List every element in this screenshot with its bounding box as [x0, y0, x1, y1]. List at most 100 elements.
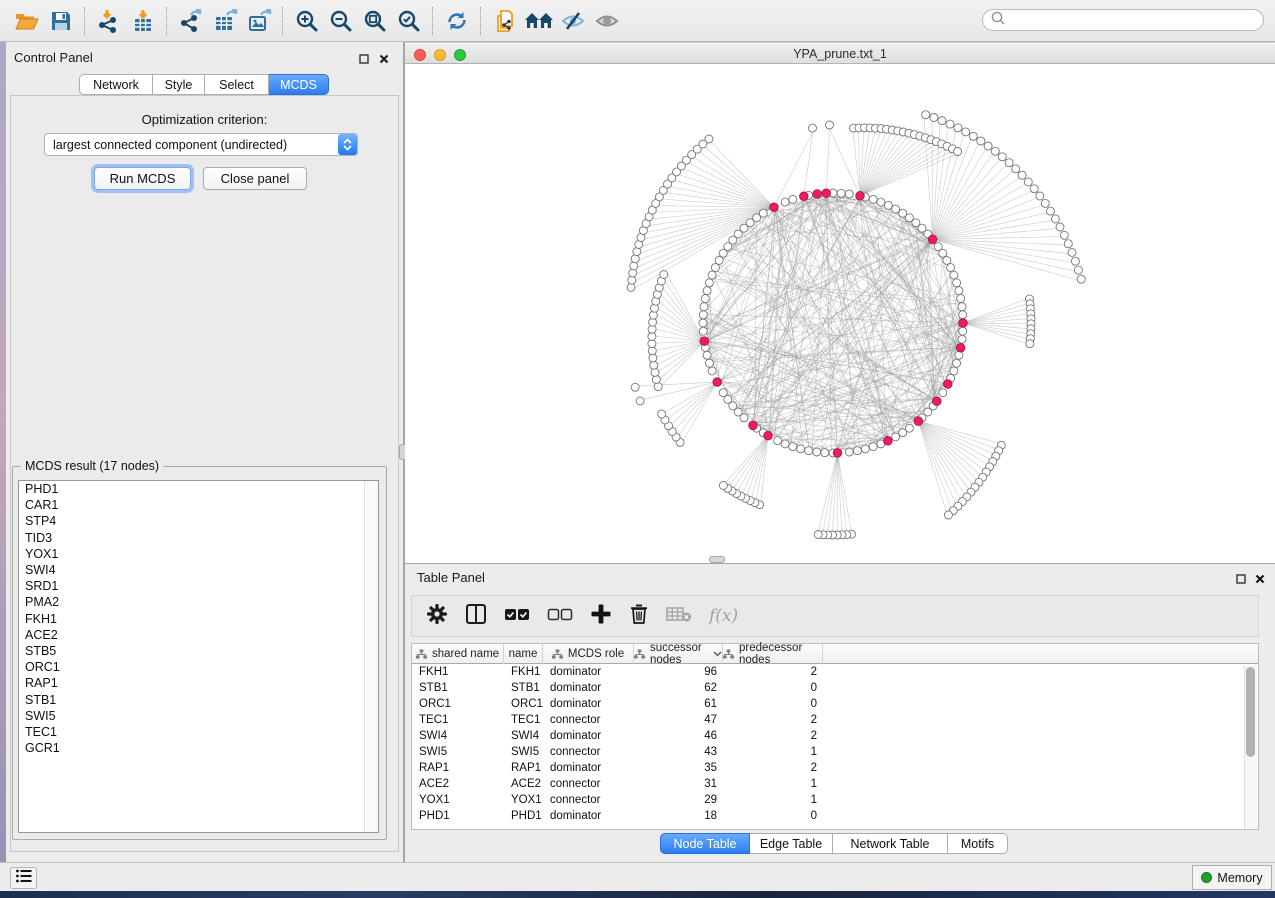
- mcds-result-item[interactable]: RAP1: [19, 675, 378, 691]
- mcds-result-item[interactable]: STB1: [19, 692, 378, 708]
- criterion-dropdown[interactable]: largest connected component (undirected): [44, 133, 358, 156]
- scrollbar-thumb[interactable]: [1246, 667, 1255, 757]
- mcds-result-item[interactable]: TEC1: [19, 724, 378, 740]
- column-header-shared-name[interactable]: shared name: [412, 644, 504, 664]
- mcds-result-item[interactable]: SWI5: [19, 708, 378, 724]
- cell-predecessor_nodes: 2: [723, 728, 823, 744]
- tab-mcds[interactable]: MCDS: [269, 74, 329, 95]
- mcds-result-item[interactable]: PHD1: [19, 481, 378, 497]
- import-network-icon[interactable]: [92, 5, 126, 37]
- search-field[interactable]: [982, 9, 1264, 31]
- column-header-successor-nodes[interactable]: successor nodes: [634, 644, 723, 664]
- column-header-mcds-role[interactable]: MCDS role: [543, 644, 634, 664]
- table-row[interactable]: RAP1RAP1dominator352: [412, 760, 1258, 776]
- mcds-result-item[interactable]: STB5: [19, 643, 378, 659]
- mcds-result-item[interactable]: STP4: [19, 513, 378, 529]
- network-window-titlebar[interactable]: YPA_prune.txt_1: [405, 44, 1275, 64]
- table-header-row: shared namename MCDS role successor nodesp…: [412, 644, 1258, 664]
- table-row[interactable]: PHD1PHD1dominator180: [412, 808, 1258, 824]
- mcds-result-item[interactable]: GCR1: [19, 740, 378, 756]
- mcds-result-item[interactable]: ORC1: [19, 659, 378, 675]
- memory-button[interactable]: Memory: [1192, 865, 1272, 890]
- export-table-icon[interactable]: [208, 5, 242, 37]
- eye-icon[interactable]: [590, 5, 624, 37]
- houses-icon[interactable]: [522, 5, 556, 37]
- table-row[interactable]: SWI5SWI5connector431: [412, 744, 1258, 760]
- zoom-in-icon[interactable]: [290, 5, 324, 37]
- zoom-fit-icon[interactable]: [358, 5, 392, 37]
- task-history-button[interactable]: [10, 867, 37, 889]
- mcds-result-item[interactable]: TID3: [19, 530, 378, 546]
- close-panel-icon[interactable]: [379, 51, 389, 69]
- scrollbar-track[interactable]: [364, 481, 378, 832]
- float-panel-icon[interactable]: [1236, 571, 1246, 589]
- mcds-result-item[interactable]: ACE2: [19, 627, 378, 643]
- mcds-result-item[interactable]: FKH1: [19, 611, 378, 627]
- table-row[interactable]: STB1STB1dominator620: [412, 680, 1258, 696]
- cell-successor_nodes: 43: [634, 744, 723, 760]
- add-icon[interactable]: [590, 603, 612, 630]
- cell-predecessor_nodes: 0: [723, 696, 823, 712]
- cell-mcds_role: dominator: [543, 696, 634, 712]
- table-row[interactable]: YOX1YOX1connector291: [412, 792, 1258, 808]
- tab-edge-table[interactable]: Edge Table: [750, 833, 833, 854]
- table-row[interactable]: ACE2ACE2connector311: [412, 776, 1258, 792]
- export-image-icon[interactable]: [242, 5, 276, 37]
- status-bar: Memory: [0, 862, 1275, 891]
- select-all-checkboxes-icon[interactable]: [504, 603, 530, 630]
- close-panel-icon[interactable]: [1255, 571, 1265, 589]
- tab-motifs[interactable]: Motifs: [948, 833, 1008, 854]
- table-row[interactable]: FKH1FKH1dominator962: [412, 664, 1258, 680]
- tab-network[interactable]: Network: [79, 74, 153, 95]
- attribute-tree-icon: [723, 649, 734, 659]
- cell-name: ACE2: [504, 776, 543, 792]
- cell-name: YOX1: [504, 792, 543, 808]
- save-icon[interactable]: [44, 5, 78, 37]
- function-icon[interactable]: f(x): [709, 606, 738, 626]
- tab-select[interactable]: Select: [205, 74, 269, 95]
- clear-checkboxes-icon[interactable]: [547, 603, 573, 630]
- cell-name: TEC1: [504, 712, 543, 728]
- close-panel-button[interactable]: Close panel: [203, 167, 307, 190]
- control-panel-title: Control Panel: [14, 50, 93, 65]
- zoom-selected-icon[interactable]: [392, 5, 426, 37]
- column-header-name[interactable]: name: [504, 644, 543, 664]
- hide-eye-icon[interactable]: [556, 5, 590, 37]
- run-mcds-button[interactable]: Run MCDS: [94, 167, 191, 190]
- splitter-grip[interactable]: [709, 556, 725, 563]
- cell-mcds_role: dominator: [543, 728, 634, 744]
- delete-icon[interactable]: [629, 603, 649, 630]
- scrollbar-track[interactable]: [1244, 665, 1257, 829]
- cell-name: RAP1: [504, 760, 543, 776]
- refresh-icon[interactable]: [440, 5, 474, 37]
- column-label: MCDS role: [568, 648, 624, 660]
- attribute-tree-icon: [416, 649, 427, 659]
- mcds-result-item[interactable]: PMA2: [19, 594, 378, 610]
- clone-network-icon[interactable]: [488, 5, 522, 37]
- table-row[interactable]: TEC1TEC1connector472: [412, 712, 1258, 728]
- column-header-predecessor-nodes[interactable]: predecessor nodes: [723, 644, 823, 664]
- mcds-result-item[interactable]: CAR1: [19, 497, 378, 513]
- mcds-result-item[interactable]: SWI4: [19, 562, 378, 578]
- search-input[interactable]: [1006, 11, 1263, 29]
- cell-name: FKH1: [504, 664, 543, 680]
- tab-style[interactable]: Style: [153, 74, 205, 95]
- zoom-out-icon[interactable]: [324, 5, 358, 37]
- mcds-result-item[interactable]: SRD1: [19, 578, 378, 594]
- table-row[interactable]: SWI4SWI4dominator462: [412, 728, 1258, 744]
- open-folder-icon[interactable]: [10, 5, 44, 37]
- control-panel: Control Panel NetworkStyleSelectMCDS Opt…: [6, 42, 403, 862]
- tab-node-table[interactable]: Node Table: [660, 833, 750, 854]
- network-canvas[interactable]: [405, 64, 1275, 564]
- settings-gear-icon[interactable]: [426, 603, 448, 630]
- tab-network-table[interactable]: Network Table: [833, 833, 948, 854]
- import-table-icon[interactable]: [126, 5, 160, 37]
- node-table[interactable]: shared namename MCDS role successor nodesp…: [411, 643, 1259, 830]
- float-panel-icon[interactable]: [359, 51, 369, 69]
- table-row[interactable]: ORC1ORC1dominator610: [412, 696, 1258, 712]
- export-network-icon[interactable]: [174, 5, 208, 37]
- delete-table-icon[interactable]: [666, 604, 692, 629]
- mcds-result-item[interactable]: YOX1: [19, 546, 378, 562]
- mcds-result-list[interactable]: PHD1CAR1STP4TID3YOX1SWI4SRD1PMA2FKH1ACE2…: [18, 480, 379, 833]
- split-columns-icon[interactable]: [465, 603, 487, 630]
